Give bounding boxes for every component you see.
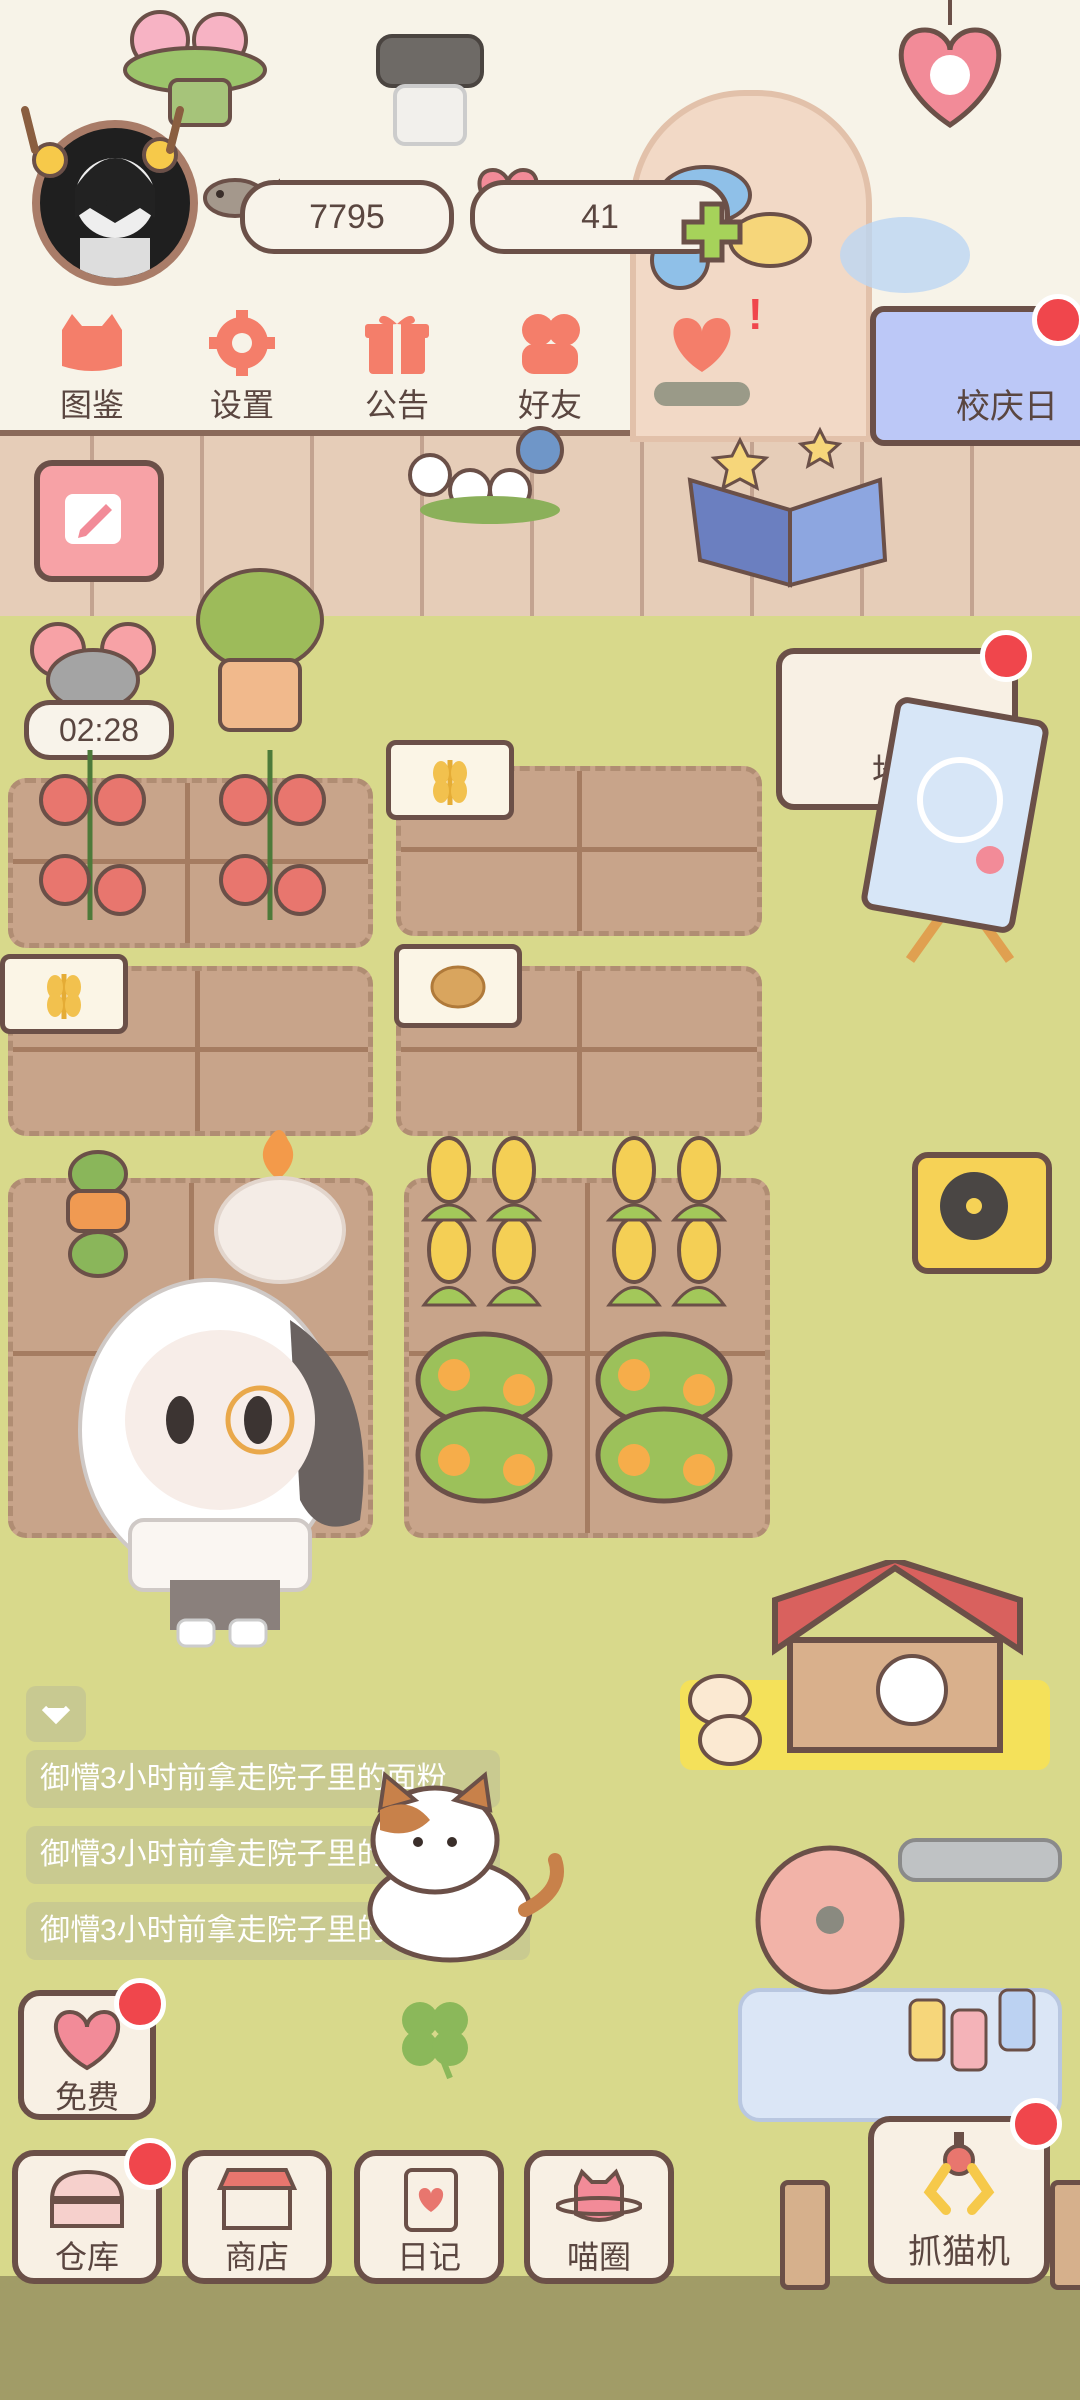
avatar-antler-frame: [10, 100, 200, 180]
event-banner-label: 校庆日: [956, 388, 1058, 426]
firework-easel[interactable]: [850, 690, 1070, 990]
friends-icon: [510, 310, 590, 376]
nav-diary-button[interactable]: 日记: [354, 2150, 504, 2284]
warehouse-icon: [44, 2166, 130, 2232]
potted-plant-decoration[interactable]: [190, 560, 330, 740]
add-currency-button[interactable]: [680, 200, 744, 264]
lamp-decoration[interactable]: [370, 30, 490, 160]
cat-planet-icon: [555, 2166, 643, 2232]
mail-progress-bar: [654, 382, 750, 406]
clover-icon: [390, 1990, 480, 2080]
heart-bunny-sign[interactable]: [880, 0, 1020, 140]
warehouse-notification-dot: [124, 2138, 176, 2190]
claw-notification-dot: [1010, 2098, 1062, 2150]
shop-icon: [214, 2166, 300, 2232]
cloud-decoration: [830, 200, 980, 300]
map-notification-dot: [980, 630, 1032, 682]
fence-post: [1050, 2180, 1080, 2290]
free-notification-dot: [114, 1978, 166, 2030]
cat-book-icon: [52, 310, 132, 376]
pencil-icon: [65, 494, 121, 544]
nav-shop-label: 商店: [224, 2239, 289, 2275]
heart-mail-icon: [662, 310, 742, 376]
calico-cat[interactable]: [340, 1770, 580, 1970]
star-book-decoration[interactable]: [680, 420, 900, 590]
corn-crop[interactable]: [404, 1130, 754, 1330]
menu-button-notice[interactable]: 公告: [337, 310, 457, 426]
player-character[interactable]: [70, 1120, 380, 1650]
menu-button-mail[interactable]: [642, 310, 762, 406]
wheat-sign-icon[interactable]: [386, 740, 514, 820]
gear-icon: [202, 310, 282, 376]
menu-label-settings: 设置: [209, 387, 274, 423]
claw-machine-label: 抓猫机: [908, 2233, 1010, 2271]
message-toggle-icon[interactable]: [26, 1686, 86, 1742]
tomato-crop[interactable]: [20, 740, 360, 940]
nav-shop-button[interactable]: 商店: [182, 2150, 332, 2284]
record-player[interactable]: [912, 1152, 1052, 1274]
mouse-timer-icon[interactable]: [28, 620, 158, 712]
wheat-sign-icon[interactable]: [0, 954, 128, 1034]
menu-button-catalog[interactable]: 图鉴: [32, 310, 152, 426]
menu-button-friends[interactable]: 好友: [490, 310, 610, 426]
bottom-band: [0, 2276, 1080, 2400]
mail-alert-icon: !: [748, 290, 763, 339]
diary-icon: [386, 2166, 472, 2232]
free-reward-label: 免费: [54, 2079, 119, 2115]
chicken-coop[interactable]: [680, 1556, 1050, 1790]
vinyl-icon: [940, 1172, 1008, 1240]
nav-warehouse-label: 仓库: [54, 2239, 119, 2275]
fence-post: [780, 2180, 830, 2290]
menu-button-settings[interactable]: 设置: [182, 310, 302, 426]
gift-icon: [357, 310, 437, 376]
potato-sign-icon[interactable]: [394, 944, 522, 1028]
nav-diary-label: 日记: [396, 2239, 461, 2275]
fish-counter: 7795: [240, 180, 454, 254]
event-notification-dot: [1032, 294, 1080, 346]
nav-catcircle-label: 喵圈: [566, 2239, 631, 2275]
nav-catcircle-button[interactable]: 喵圈: [524, 2150, 674, 2284]
claw-icon: [916, 2132, 1002, 2218]
edit-calendar-button[interactable]: [34, 460, 164, 582]
flower-wreath-decoration[interactable]: [390, 420, 590, 530]
mango-bushes[interactable]: [404, 1320, 754, 1520]
menu-label-catalog: 图鉴: [59, 387, 124, 423]
fan-and-fireworks-table[interactable]: [720, 1830, 1070, 2130]
